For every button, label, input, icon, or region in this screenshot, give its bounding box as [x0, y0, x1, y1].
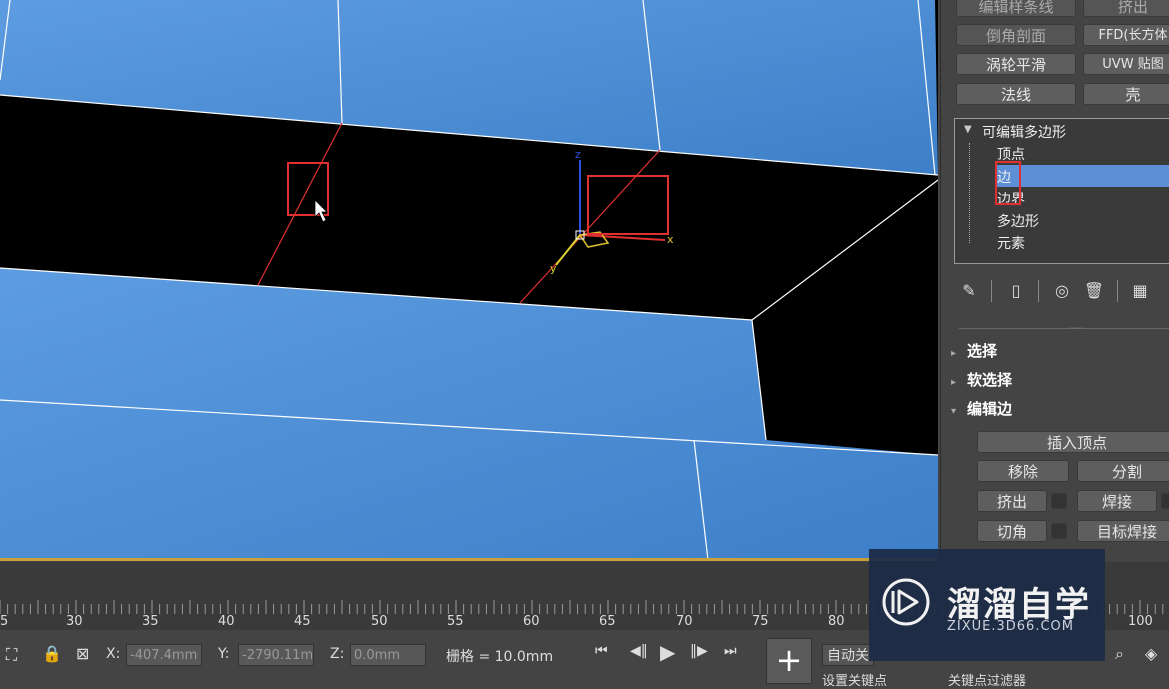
- grid-size: 栅格 = 10.0mm: [446, 649, 554, 665]
- target-weld-button[interactable]: 目标焊接: [1077, 520, 1169, 542]
- pin-stack-icon[interactable]: ✎: [958, 280, 980, 302]
- ruler-tick-label: 55: [447, 614, 464, 629]
- ruler-tick-label: 60: [523, 614, 540, 629]
- ruler-tick-label: 70: [676, 614, 693, 629]
- insert-vertex-button[interactable]: 插入顶点: [977, 431, 1169, 453]
- ruler-tick-label: 75: [752, 614, 769, 629]
- ruler-tick-label: 5: [0, 614, 9, 629]
- remove-modifier-icon[interactable]: 🗑: [1083, 280, 1105, 302]
- modifier-button-edit-spline[interactable]: 编辑样条线: [956, 0, 1076, 17]
- ruler-tick-label: 35: [142, 614, 159, 629]
- modifier-button-shell[interactable]: 壳: [1083, 83, 1169, 105]
- ruler-tick-label: 40: [218, 614, 235, 629]
- split-button[interactable]: 分割: [1077, 460, 1169, 482]
- zoom-extents-icon[interactable]: ⌕: [1115, 644, 1124, 664]
- z-label: Z:: [330, 646, 345, 662]
- ruler-tick-label: 30: [66, 614, 83, 629]
- previous-frame-icon[interactable]: ◀‖: [630, 643, 648, 659]
- rollout-edit-edges[interactable]: ▾ 编辑边: [951, 397, 1169, 421]
- modifier-button-bevel-profile[interactable]: 倒角剖面: [956, 24, 1076, 46]
- rollout-selection[interactable]: ▸ 选择: [951, 339, 1169, 363]
- remove-button[interactable]: 移除: [977, 460, 1069, 482]
- orbit-icon[interactable]: ◈: [1145, 644, 1157, 663]
- goto-start-icon[interactable]: ⏮: [595, 643, 608, 659]
- auto-key-button[interactable]: 自动关: [822, 644, 874, 666]
- rollout-edit-edges-label: 编辑边: [967, 400, 1013, 418]
- ruler-tick-label: 50: [371, 614, 388, 629]
- next-frame-icon[interactable]: ‖▶: [690, 643, 708, 659]
- play-icon[interactable]: ▶: [660, 640, 675, 664]
- x-label: X:: [106, 646, 121, 662]
- viewport-scene: z x y: [0, 0, 938, 560]
- extrude-settings-icon[interactable]: [1051, 493, 1067, 509]
- viewport-active-border: [0, 558, 938, 561]
- rollout-arrow-icon: ▸: [951, 348, 957, 359]
- stack-selection-highlight: [997, 165, 1169, 187]
- y-label: Y:: [218, 646, 230, 662]
- lock-selection-icon[interactable]: 🔒: [42, 644, 62, 663]
- perspective-viewport[interactable]: z x y: [0, 0, 938, 560]
- chamfer-settings-icon[interactable]: [1051, 523, 1067, 539]
- stack-tree-line: [969, 143, 970, 243]
- rollout-arrow-icon: ▾: [951, 406, 957, 417]
- watermark-logo-icon: [882, 578, 930, 626]
- extrude-button[interactable]: 挤出: [977, 490, 1047, 512]
- y-axis-label: y: [550, 262, 557, 275]
- stack-item-polygon[interactable]: 多边形: [997, 211, 1039, 231]
- set-key-button[interactable]: 设置关键点: [822, 670, 887, 689]
- rollout-arrow-icon: ▸: [951, 377, 957, 388]
- modifier-button-ffd-box[interactable]: FFD(长方体: [1083, 24, 1169, 46]
- rollout-selection-label: 选择: [967, 342, 998, 360]
- modifier-stack[interactable]: ▼ 可编辑多边形 顶点 边 边界 多边形 元素: [954, 118, 1169, 264]
- ruler-tick-label: 100: [1128, 614, 1153, 629]
- modifier-button-turbosmooth[interactable]: 涡轮平滑: [956, 53, 1076, 75]
- watermark-url: ZIXUE.3D66.COM: [947, 619, 1074, 634]
- command-panel: 编辑样条线 挤出 倒角剖面 FFD(长方体 涡轮平滑 UVW 贴图 法线 壳 ▼…: [940, 0, 1169, 548]
- x-coordinate-field[interactable]: -407.4mm: [126, 644, 202, 666]
- stack-item-element[interactable]: 元素: [997, 233, 1025, 253]
- show-end-result-icon[interactable]: ▯: [1005, 280, 1027, 302]
- divider: [959, 328, 1169, 329]
- configure-modifier-sets-icon[interactable]: ▦: [1129, 280, 1151, 302]
- watermark: 溜溜自学 ZIXUE.3D66.COM: [869, 549, 1105, 661]
- make-unique-icon[interactable]: ◎: [1051, 280, 1073, 302]
- z-axis-label: z: [575, 148, 581, 161]
- drag-handle-icon[interactable]: ·····: [1069, 324, 1083, 334]
- key-filters-button[interactable]: 关键点过滤器: [948, 670, 1026, 689]
- absolute-mode-icon[interactable]: ⊠: [76, 644, 89, 663]
- chamfer-button[interactable]: 切角: [977, 520, 1047, 542]
- ruler-tick-label: 80: [828, 614, 845, 629]
- stack-root-item[interactable]: 可编辑多边形: [982, 122, 1066, 142]
- rollout-soft-selection[interactable]: ▸ 软选择: [951, 368, 1169, 392]
- isolate-selection-icon[interactable]: ⛶: [6, 645, 17, 665]
- ruler-tick-label: 45: [294, 614, 311, 629]
- goto-end-icon[interactable]: ⏭: [724, 643, 737, 659]
- z-coordinate-field[interactable]: 0.0mm: [350, 644, 426, 666]
- annotation-box-3: [995, 161, 1021, 205]
- y-coordinate-field[interactable]: -2790.11m: [238, 644, 314, 666]
- add-key-button[interactable]: +: [766, 638, 812, 684]
- ruler-tick-label: 65: [599, 614, 616, 629]
- modifier-button-normal[interactable]: 法线: [956, 83, 1076, 105]
- modifier-button-uvw-map[interactable]: UVW 贴图: [1083, 53, 1169, 75]
- collapse-arrow-icon[interactable]: ▼: [964, 124, 972, 135]
- weld-settings-icon[interactable]: [1161, 493, 1169, 509]
- weld-button[interactable]: 焊接: [1077, 490, 1157, 512]
- rollout-soft-selection-label: 软选择: [967, 371, 1013, 389]
- modifier-button-extrude[interactable]: 挤出: [1083, 0, 1169, 17]
